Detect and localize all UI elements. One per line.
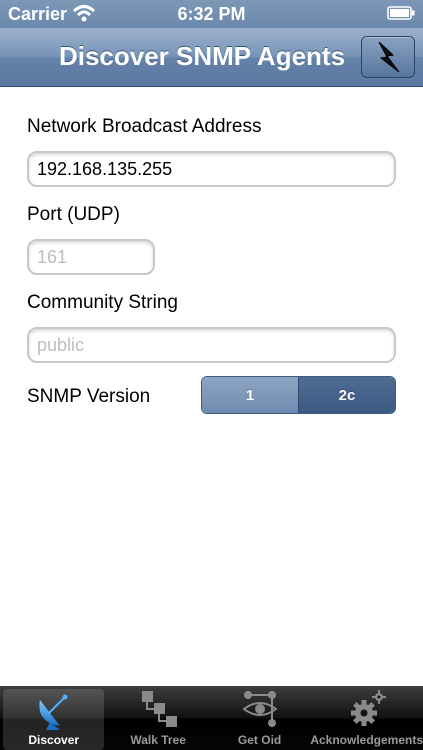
port-label: Port (UDP)	[27, 204, 120, 225]
eye-network-icon	[241, 691, 278, 727]
snmp-version-segmented-control: 1 2c	[201, 376, 396, 414]
discover-action-button[interactable]	[361, 36, 415, 78]
broadcast-address-label: Network Broadcast Address	[27, 116, 262, 137]
tab-label: Get Oid	[237, 733, 282, 747]
tab-acknowledgements[interactable]: Acknowledgements	[310, 686, 423, 750]
gears-icon	[350, 690, 386, 726]
page-title: Discover SNMP Agents	[58, 41, 346, 71]
broadcast-address-input[interactable]	[27, 151, 396, 187]
battery-icon	[387, 6, 415, 20]
tab-discover[interactable]: Discover	[3, 689, 105, 750]
snmp-version-1-segment[interactable]: 1	[202, 377, 298, 413]
tree-hierarchy-icon	[142, 691, 178, 727]
community-string-label: Community String	[27, 292, 178, 313]
tab-bar: Discover Walk Tree Get Oid Acknowledgeme…	[0, 686, 423, 750]
tab-label: Discover	[28, 733, 80, 747]
clock: 6:32 PM	[177, 4, 246, 24]
tab-label: Acknowledgements	[310, 733, 423, 747]
community-string-input[interactable]	[27, 327, 396, 363]
snmp-version-label: SNMP Version	[27, 386, 151, 407]
lightning-bolt-icon	[378, 41, 400, 73]
navigation-bar: Discover SNMP Agents	[0, 28, 423, 87]
port-input[interactable]	[27, 239, 155, 275]
tab-label: Walk Tree	[130, 733, 186, 747]
snmp-version-2c-segment[interactable]: 2c	[298, 377, 395, 413]
status-bar: Carrier 6:32 PM	[0, 0, 423, 28]
tab-get-oid[interactable]: Get Oid	[209, 686, 310, 750]
satellite-dish-icon	[39, 694, 68, 730]
tab-walk-tree[interactable]: Walk Tree	[107, 686, 208, 750]
